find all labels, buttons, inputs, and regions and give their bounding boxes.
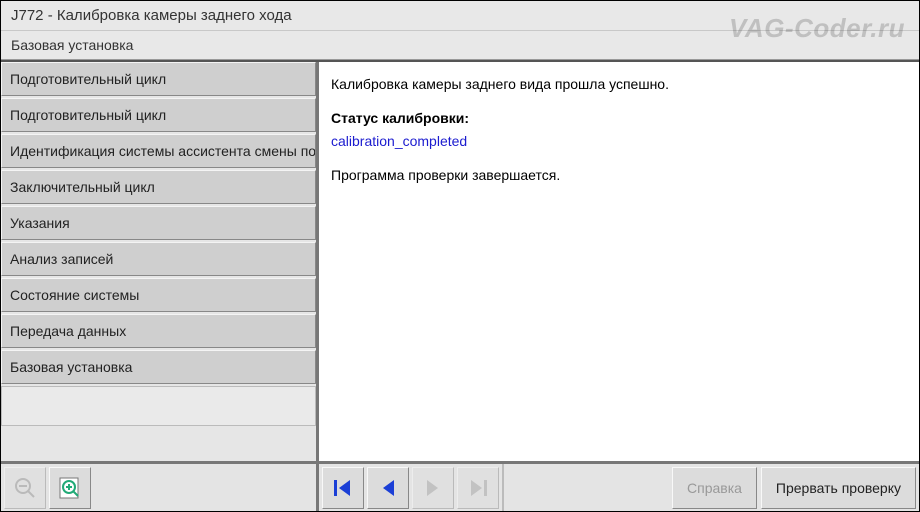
content-panel: Калибровка камеры заднего вида прошла ус… [319,62,919,461]
body: Подготовительный цикл Подготовительный ц… [1,60,919,461]
sidebar-list: Подготовительный цикл Подготовительный ц… [1,62,316,461]
sidebar-item-prep-cycle-2[interactable]: Подготовительный цикл [1,98,316,132]
zoom-in-icon [57,475,83,501]
sidebar-item-log-analysis[interactable]: Анализ записей [1,242,316,276]
footer-spacer [504,464,669,511]
header: J772 - Калибровка камеры заднего хода Ба… [1,1,919,60]
sidebar-item-final-cycle[interactable]: Заключительный цикл [1,170,316,204]
zoom-in-button[interactable] [49,467,91,509]
zoom-out-button [4,467,46,509]
content-line-success: Калибровка камеры заднего вида прошла ус… [331,74,907,96]
content-line-finishing: Программа проверки завершается. [331,165,907,187]
nav-first-button[interactable] [322,467,364,509]
footer-zoom-group [1,464,319,511]
nav-last-button [457,467,499,509]
sidebar-empty-area [1,386,316,426]
sidebar-item-instructions[interactable]: Указания [1,206,316,240]
watermark: VAG-Coder.ru [729,13,905,44]
sidebar-item-basic-setup[interactable]: Базовая установка [1,350,316,384]
nav-next-button [412,467,454,509]
sidebar-item-identification[interactable]: Идентификация системы ассистента смены п… [1,134,316,168]
next-icon [420,475,446,501]
nav-prev-button[interactable] [367,467,409,509]
last-icon [465,475,491,501]
status-label: Статус калибровки: [331,108,907,130]
footer-actions: Справка Прервать проверку [669,464,919,511]
status-value: calibration_completed [331,131,907,153]
sidebar-item-data-transfer[interactable]: Передача данных [1,314,316,348]
sidebar-item-system-status[interactable]: Состояние системы [1,278,316,312]
footer-nav-group [319,464,504,511]
sidebar: Подготовительный цикл Подготовительный ц… [1,62,319,461]
sidebar-item-prep-cycle-1[interactable]: Подготовительный цикл [1,62,316,96]
prev-icon [375,475,401,501]
footer-toolbar: Справка Прервать проверку [1,461,919,511]
zoom-out-icon [12,475,38,501]
abort-button[interactable]: Прервать проверку [761,467,916,509]
first-icon [330,475,356,501]
help-button: Справка [672,467,757,509]
